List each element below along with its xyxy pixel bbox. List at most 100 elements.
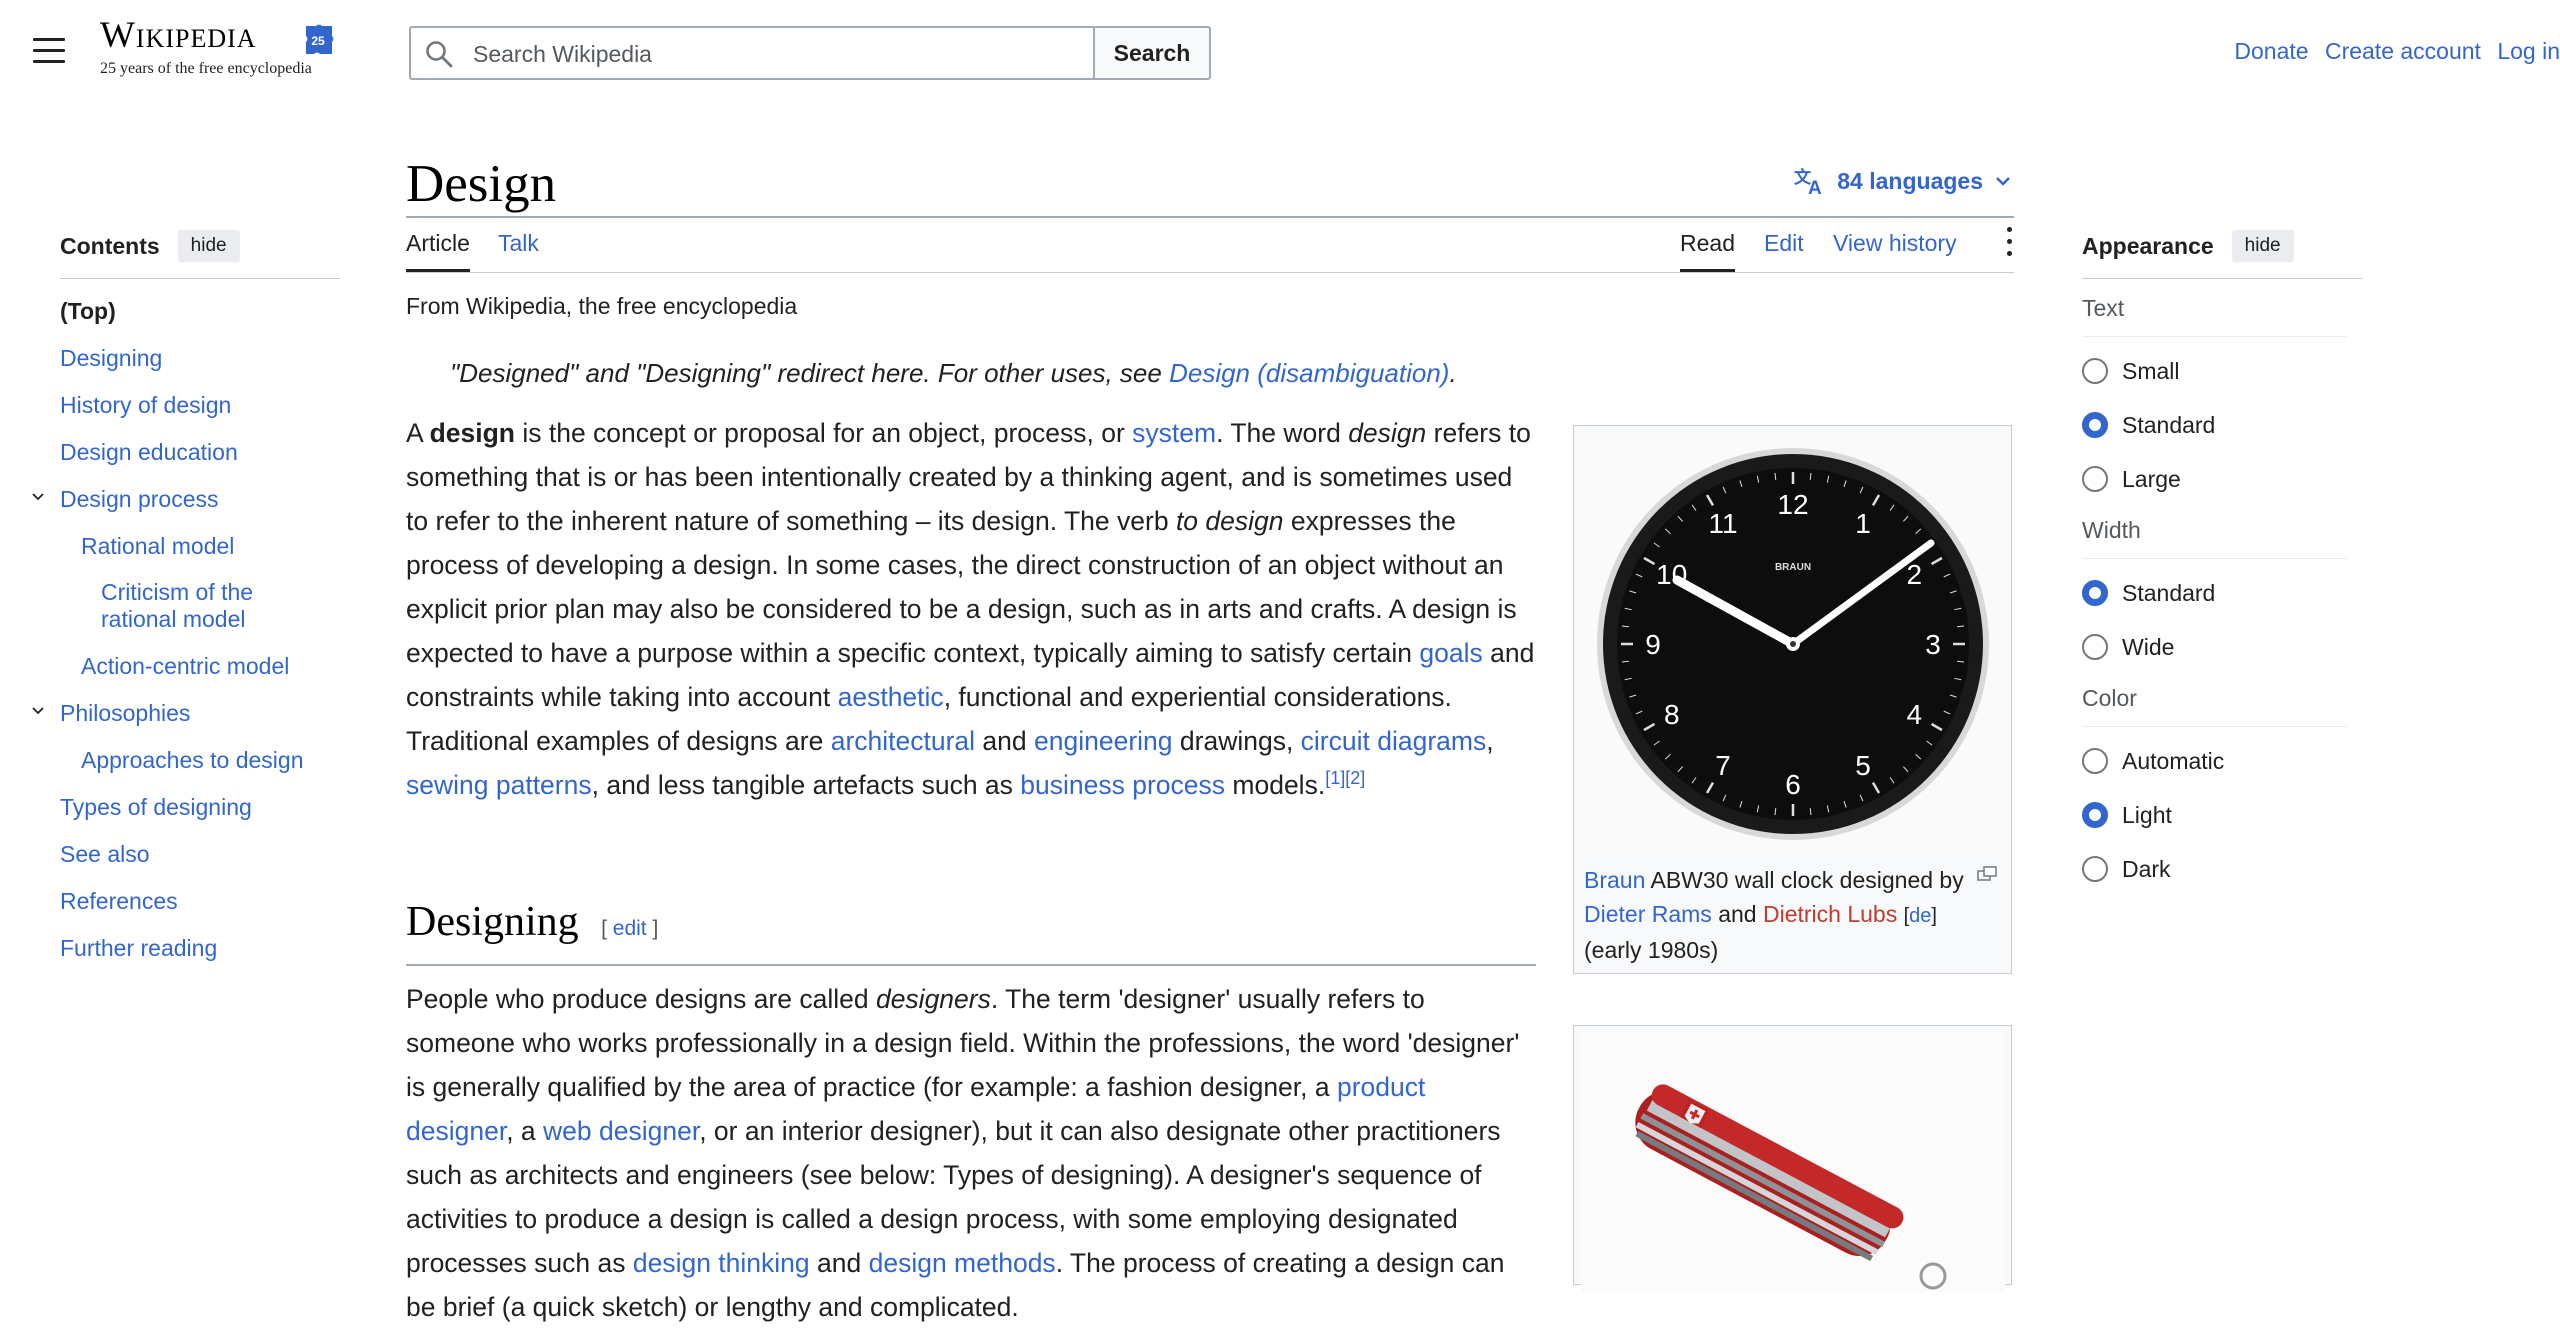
link-design-thinking[interactable]: design thinking: [633, 1248, 810, 1278]
radio-color-automatic[interactable]: Automatic: [2082, 745, 2362, 777]
designing-paragraph: People who produce designs are called de…: [406, 984, 1520, 1322]
knife-image[interactable]: [1581, 1032, 2005, 1292]
toc-item-label: Further reading: [60, 935, 218, 961]
appearance-divider: [2082, 278, 2362, 279]
main-menu-button[interactable]: [33, 38, 65, 66]
chevron-down-icon: [1996, 177, 2010, 186]
toc-hide-button[interactable]: hide: [177, 230, 240, 262]
caption-link-braun[interactable]: Braun: [1584, 867, 1645, 893]
language-button[interactable]: 文 A 84 languages: [1793, 166, 2013, 196]
toc-item-criticism-of-the-rational-model[interactable]: Criticism of the rational model: [60, 579, 291, 633]
donate-link[interactable]: Donate: [2234, 38, 2308, 64]
toc-item-label: (Top): [60, 298, 116, 324]
knife-photo: [1581, 1032, 2005, 1292]
radio-color-dark[interactable]: Dark: [2082, 853, 2362, 885]
section-edit-button[interactable]: edit: [613, 917, 647, 940]
appearance-panel: Appearance hide Text Small Standard Large Wi…: [2082, 230, 2362, 907]
toc-item-approaches-to-design[interactable]: Approaches to design: [60, 746, 340, 774]
tab-view-history[interactable]: View history: [1833, 230, 1957, 269]
radio-button[interactable]: [2082, 580, 2108, 606]
hatnote-link[interactable]: Design (disambiguation): [1169, 358, 1449, 388]
appearance-title: Appearance: [2082, 232, 2214, 259]
link-architectural[interactable]: architectural: [831, 726, 975, 756]
toc-item-further-reading[interactable]: Further reading: [60, 934, 340, 962]
svg-text:A: A: [1808, 178, 1822, 196]
language-count: 84 languages: [1837, 167, 1983, 194]
link-aesthetic[interactable]: aesthetic: [838, 682, 944, 712]
link-design-methods[interactable]: design methods: [869, 1248, 1056, 1278]
toc-item-see-also[interactable]: See also: [60, 840, 340, 868]
toc-item-top[interactable]: (Top): [60, 297, 340, 325]
toc-item-label: Designing: [60, 345, 163, 371]
radio-text-standard[interactable]: Standard: [2082, 409, 2362, 441]
tab-article[interactable]: Article: [406, 230, 470, 272]
link-engineering[interactable]: engineering: [1034, 726, 1173, 756]
appearance-group-label: Color: [2082, 685, 2137, 711]
search-button[interactable]: Search: [1093, 26, 1211, 80]
toc-item-design-process[interactable]: Design process: [32, 485, 340, 513]
link-sewing-patterns[interactable]: sewing patterns: [406, 770, 592, 800]
radio-width-standard[interactable]: Standard: [2082, 577, 2362, 609]
caption-text: (early 1980s): [1584, 937, 1719, 963]
radio-width-wide[interactable]: Wide: [2082, 631, 2362, 663]
more-tools-icon[interactable]: [2004, 227, 2014, 265]
wikipedia-logo[interactable]: Wikipedia 25 years of the free encyclope…: [100, 16, 350, 91]
chevron-down-icon[interactable]: [30, 703, 46, 719]
toc-item-rational-model[interactable]: Rational model: [60, 532, 340, 560]
toc-item-label: Design process: [60, 486, 219, 512]
link-goals[interactable]: goals: [1419, 638, 1482, 668]
toc-title: Contents: [60, 232, 160, 259]
radio-label: Standard: [2122, 579, 2216, 606]
radio-label: Light: [2122, 801, 2172, 828]
search-input[interactable]: [471, 28, 1075, 80]
link-system[interactable]: system: [1132, 418, 1216, 448]
toc-item-action-centric-model[interactable]: Action-centric model: [60, 652, 340, 680]
radio-button[interactable]: [2082, 466, 2108, 492]
caption-text: and: [1711, 901, 1763, 927]
toc-item-label: Approaches to design: [81, 747, 304, 773]
logo-tagline: 25 years of the free encyclopedia: [100, 60, 312, 77]
link-web-designer[interactable]: web designer: [543, 1116, 699, 1146]
radio-label: Automatic: [2122, 747, 2225, 774]
tab-read[interactable]: Read: [1680, 230, 1735, 272]
caption-redlink-dietrich-lubs[interactable]: Dietrich Lubs: [1763, 901, 1897, 927]
search-box: [409, 26, 1095, 80]
radio-label: Wide: [2122, 633, 2175, 660]
citation-2[interactable]: [2]: [1345, 768, 1365, 788]
tab-talk[interactable]: Talk: [498, 230, 539, 269]
radio-text-small[interactable]: Small: [2082, 355, 2362, 387]
toc-item-history-of-design[interactable]: History of design: [60, 391, 340, 419]
appearance-hide-button[interactable]: hide: [2231, 230, 2294, 262]
clock-image[interactable]: 12 1 2 3 4 5 6 7 8 9 10 11 BRAUN: [1581, 432, 2005, 856]
tab-edit[interactable]: Edit: [1764, 230, 1804, 269]
appearance-group-divider: [2082, 558, 2347, 559]
radio-button[interactable]: [2082, 856, 2108, 882]
radio-color-light[interactable]: Light: [2082, 799, 2362, 831]
clock-numeral: 12: [1777, 489, 1808, 520]
link-circuit-diagrams[interactable]: circuit diagrams: [1301, 726, 1487, 756]
radio-button[interactable]: [2082, 412, 2108, 438]
create-account-link[interactable]: Create account: [2325, 38, 2481, 64]
chevron-down-icon[interactable]: [30, 489, 46, 505]
toc-item-design-education[interactable]: Design education: [60, 438, 340, 466]
toc-item-label: Rational model: [81, 533, 235, 559]
caption-lang-link[interactable]: de: [1909, 905, 1931, 927]
toc-item-label: Criticism of the rational model: [101, 579, 254, 632]
toc-item-references[interactable]: References: [60, 887, 340, 915]
hatnote: "Designed" and "Designing" redirect here…: [450, 358, 1457, 388]
toc-item-philosophies[interactable]: Philosophies: [32, 699, 340, 727]
link-business-process[interactable]: business process: [1020, 770, 1225, 800]
radio-label: Large: [2122, 465, 2181, 492]
site-sub: From Wikipedia, the free encyclopedia: [406, 293, 798, 319]
caption-link-dieter-rams[interactable]: Dieter Rams: [1584, 901, 1712, 927]
citation-1[interactable]: [1]: [1325, 768, 1345, 788]
radio-button[interactable]: [2082, 802, 2108, 828]
toc-item-types-of-designing[interactable]: Types of designing: [60, 793, 340, 821]
log-in-link[interactable]: Log in: [2497, 38, 2560, 64]
radio-text-large[interactable]: Large: [2082, 463, 2362, 495]
radio-button[interactable]: [2082, 358, 2108, 384]
toc-divider: [60, 278, 340, 279]
radio-button[interactable]: [2082, 634, 2108, 660]
toc-item-designing[interactable]: Designing: [60, 344, 340, 372]
radio-button[interactable]: [2082, 748, 2108, 774]
